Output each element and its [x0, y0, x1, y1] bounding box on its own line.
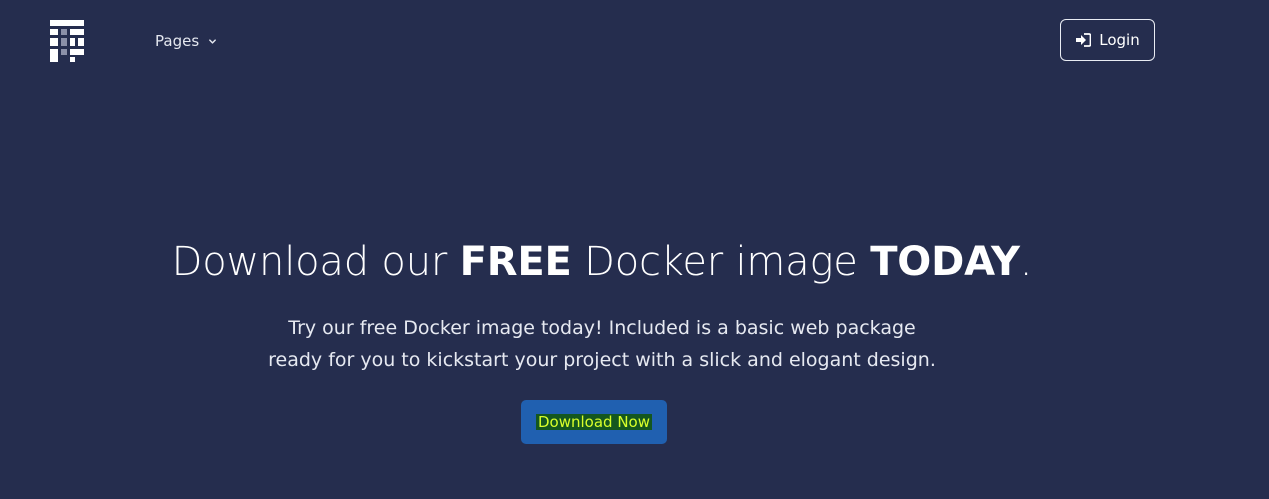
page: Pages Login Download our FREE Docker ima…: [0, 0, 1269, 499]
brand-logo-icon[interactable]: [50, 20, 84, 62]
download-now-label: Download Now: [536, 413, 652, 431]
navbar: Pages Login: [0, 0, 1269, 82]
nav-pages-label: Pages: [155, 32, 200, 50]
headline-bold-today: TODAY: [870, 239, 1020, 285]
headline-text-2: Docker image: [571, 239, 871, 285]
hero-section: Download our FREE Docker image TODAY. Tr…: [0, 236, 1204, 376]
headline-period: .: [1019, 239, 1033, 285]
nav-pages-dropdown[interactable]: Pages: [155, 31, 217, 51]
chevron-down-icon: [209, 38, 217, 44]
headline-text-1: Download our: [171, 239, 460, 285]
sign-in-icon: [1076, 33, 1092, 47]
login-button[interactable]: Login: [1060, 19, 1155, 61]
hero-subtext: Try our free Docker image today! Include…: [268, 317, 936, 371]
hero-headline: Download our FREE Docker image TODAY.: [0, 236, 1204, 288]
headline-bold-free: FREE: [459, 239, 572, 285]
download-now-button[interactable]: Download Now: [521, 400, 667, 444]
login-label: Login: [1099, 31, 1140, 49]
